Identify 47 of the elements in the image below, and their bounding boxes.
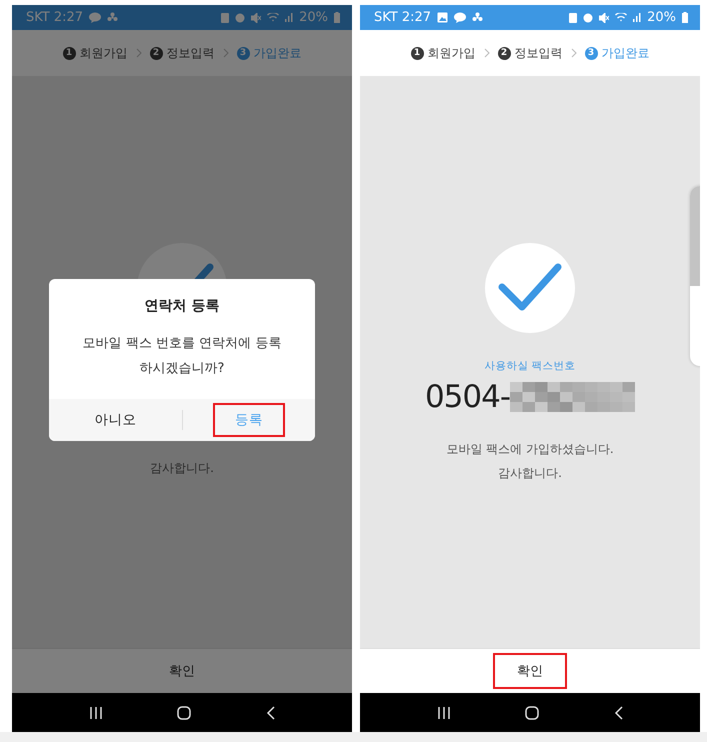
wifi-icon [267,13,280,22]
step-label: 가입완료 [602,44,650,62]
status-time: SKT 2:27 [26,10,84,25]
dialog-title: 연락처 등록 [144,297,220,315]
chevron-right-icon [570,48,576,58]
chat-icon [89,12,102,23]
chat-icon [454,12,466,23]
message-text: 모바일 팩스에 가입하셨습니다. [446,441,614,458]
step-number: 2 [150,46,162,60]
recent-apps-icon[interactable] [437,706,452,718]
battery-percent: 20% [647,10,676,25]
mute-icon [599,12,610,22]
step-label: 회원가입 [80,44,128,62]
wifi-icon [615,13,628,22]
chevron-right-icon [484,48,490,58]
mute-icon [251,12,262,22]
image-icon [437,12,448,23]
message-text: 감사합니다. [498,465,562,482]
step-number: 1 [62,46,76,60]
step-label: 정보입력 [514,44,562,62]
fax-number-label: 사용하실 팩스번호 [484,359,576,373]
home-icon[interactable] [177,706,192,720]
status-time: SKT 2:27 [374,10,432,25]
dialog-button[interactable]: 아니오 [49,404,182,436]
signal-icon [633,13,642,22]
message-text: 감사합니다. [150,460,214,477]
back-icon[interactable] [266,706,275,720]
battery-icon [334,12,340,23]
recent-apps-icon[interactable] [89,706,104,718]
pinwheel-icon [107,12,118,23]
home-icon[interactable] [525,706,540,720]
battery-icon [682,12,688,23]
step-label: 정보입력 [166,44,214,62]
back-icon[interactable] [614,706,623,720]
pinwheel-icon [472,12,484,23]
step-label: 회원가입 [428,44,476,62]
signal-icon [285,13,294,22]
step-number: 3 [584,46,598,60]
battery-percent: 20% [299,10,328,25]
chevron-right-icon [222,48,228,58]
step-number: 2 [498,46,510,60]
step-label: 가입완료 [254,44,302,62]
dialog-message: 모바일 팩스 번호를 연락처에 등록 하시겠습니까? [82,335,282,378]
step-number: 1 [410,46,424,60]
step-number: 3 [236,46,250,60]
chevron-right-icon [136,48,142,58]
fax-number: 0504- [424,379,510,415]
